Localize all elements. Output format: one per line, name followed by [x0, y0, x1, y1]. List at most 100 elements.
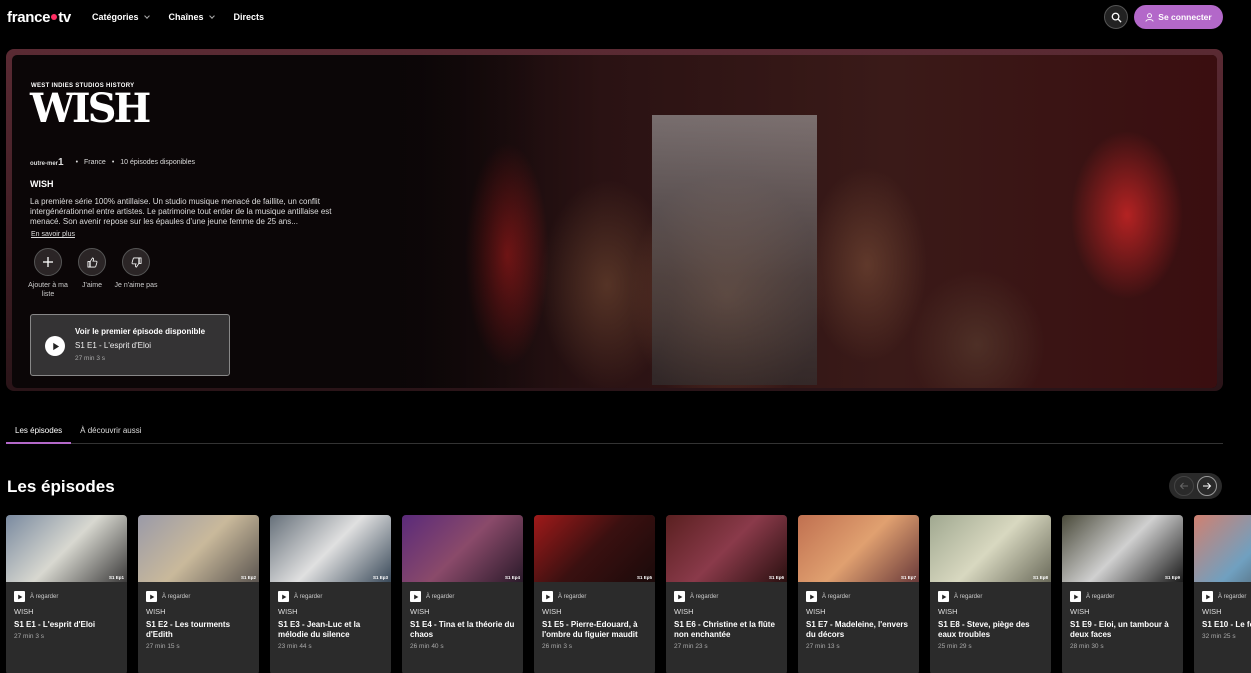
episode-thumbnail[interactable]: S1 Ep1	[6, 515, 127, 582]
like-circle[interactable]	[78, 248, 106, 276]
meta-separator: •	[111, 159, 115, 166]
content-tabs: Les épisodes À découvrir aussi	[6, 420, 1223, 444]
episode-thumbnail[interactable]: S1 Ep9	[1062, 515, 1183, 582]
episode-title: S1 E7 - Madeleine, l'envers du décors	[806, 620, 908, 639]
nav-label: Directs	[233, 12, 265, 22]
add-to-list-circle[interactable]	[34, 248, 62, 276]
episode-card[interactable]: S1 Ep4 À regarder WISH S1 E4 - Tina et la t…	[402, 515, 523, 673]
episode-show-name: WISH	[806, 607, 826, 616]
episode-card[interactable]: S1 Ep8 À regarder WISH S1 E8 - Steve, piège…	[930, 515, 1051, 673]
episode-badge: S1 Ep4	[504, 575, 520, 580]
episode-title: S1 E8 - Steve, piège des eaux troubles	[938, 620, 1030, 639]
watch-status: À regarder	[146, 591, 190, 602]
watch-label: À regarder	[30, 593, 59, 600]
episode-duration: 23 min 44 s	[278, 643, 312, 650]
watch-label: À regarder	[690, 593, 719, 600]
add-to-list-button[interactable]: Ajouter à ma liste	[28, 248, 68, 299]
show-country: France	[84, 159, 106, 166]
episode-card[interactable]: S1 Ep5 À regarder WISH S1 E5 - Pierre-Edoua…	[534, 515, 655, 673]
nav-item-categories[interactable]: Catégories	[92, 12, 150, 22]
episode-thumbnail[interactable]: S1 Ep3	[270, 515, 391, 582]
play-icon	[1202, 591, 1213, 602]
episode-show-name: WISH	[542, 607, 562, 616]
play-card-duration: 27 min 3 s	[75, 355, 105, 362]
dislike-circle[interactable]	[122, 248, 150, 276]
dislike-button[interactable]: Je n'aime pas	[115, 248, 157, 299]
play-icon	[410, 591, 421, 602]
play-card-episode: S1 E1 - L'esprit d'Eloi	[75, 341, 151, 350]
nav-item-directs[interactable]: Directs	[234, 12, 265, 22]
episode-title: S1 E6 - Christine et la flûte non enchan…	[674, 620, 775, 639]
watch-status: À regarder	[278, 591, 322, 602]
episode-card[interactable]: S1 Ep10 À regarder WISH S1 E10 - Le fo X...…	[1194, 515, 1251, 673]
watch-label: À regarder	[1086, 593, 1115, 600]
episode-card[interactable]: S1 Ep9 À regarder WISH S1 E9 - Eloi, un tam…	[1062, 515, 1183, 673]
episode-badge: S1 Ep3	[372, 575, 388, 580]
dislike-label: Je n'aime pas	[114, 282, 158, 289]
episode-duration: 27 min 15 s	[146, 643, 180, 650]
tab-episodes[interactable]: Les épisodes	[6, 420, 72, 444]
episodes-count: 10 épisodes disponibles	[120, 159, 196, 166]
watch-label: À regarder	[294, 593, 323, 600]
play-icon	[278, 591, 289, 602]
episode-thumbnail[interactable]: S1 Ep10	[1194, 515, 1251, 582]
play-icon	[52, 342, 59, 350]
main-nav: Catégories Chaînes Directs	[92, 12, 284, 22]
hero-gradient	[342, 55, 542, 388]
watch-label: À regarder	[426, 593, 455, 600]
channel-number: 1	[58, 157, 64, 168]
francetv-logo[interactable]: france tv	[7, 9, 71, 26]
carousel-next-button[interactable]	[1197, 476, 1218, 496]
episode-duration: 32 min 25 s	[1202, 633, 1236, 640]
play-first-episode-card[interactable]: Voir le premier épisode disponible S1 E1…	[30, 314, 230, 376]
login-button[interactable]: Se connecter	[1134, 5, 1223, 29]
episodes-carousel: S1 Ep1 À regarder WISH S1 E1 - L'esprit d'E…	[6, 515, 1251, 673]
hero-actions: Ajouter à ma liste J'aime Je n'aime pas	[28, 248, 165, 299]
episode-thumbnail[interactable]: S1 Ep2	[138, 515, 259, 582]
like-label: J'aime	[81, 282, 102, 289]
watch-label: À regarder	[162, 593, 191, 600]
episode-title: S1 E3 - Jean-Luc et la mélodie du silenc…	[278, 620, 361, 639]
play-button[interactable]	[45, 336, 65, 356]
channel-logo: outre-mer1	[30, 157, 64, 168]
watch-status: À regarder	[674, 591, 718, 602]
episode-badge: S1 Ep7	[900, 575, 916, 580]
play-icon	[1070, 591, 1081, 602]
show-title: WISH	[30, 179, 54, 189]
episode-title: S1 E9 - Eloi, un tambour à deux faces	[1070, 620, 1169, 639]
episode-badge: S1 Ep5	[636, 575, 652, 580]
episode-card[interactable]: S1 Ep3 À regarder WISH S1 E3 - Jean-Luc et …	[270, 515, 391, 673]
watch-status: À regarder	[1070, 591, 1114, 602]
episode-thumbnail[interactable]: S1 Ep6	[666, 515, 787, 582]
show-meta: outre-mer1 • France • 10 épisodes dispon…	[30, 157, 195, 168]
episode-badge: S1 Ep2	[240, 575, 256, 580]
carousel-prev-button[interactable]	[1173, 476, 1194, 496]
episode-card[interactable]: S1 Ep6 À regarder WISH S1 E6 - Christine et…	[666, 515, 787, 673]
watch-status: À regarder	[410, 591, 454, 602]
search-button[interactable]	[1104, 5, 1128, 29]
tab-discover[interactable]: À découvrir aussi	[71, 420, 150, 444]
episode-thumbnail[interactable]: S1 Ep8	[930, 515, 1051, 582]
logo-text-right: tv	[58, 9, 71, 26]
episode-thumbnail[interactable]: S1 Ep5	[534, 515, 655, 582]
watch-label: À regarder	[822, 593, 851, 600]
like-button[interactable]: J'aime	[77, 248, 107, 299]
episode-duration: 27 min 3 s	[14, 633, 44, 640]
episode-badge: S1 Ep8	[1032, 575, 1048, 580]
episode-thumbnail[interactable]: S1 Ep4	[402, 515, 523, 582]
nav-item-chaines[interactable]: Chaînes	[169, 12, 215, 22]
play-icon	[146, 591, 157, 602]
episode-card[interactable]: S1 Ep7 À regarder WISH S1 E7 - Madeleine, l…	[798, 515, 919, 673]
episode-show-name: WISH	[938, 607, 958, 616]
episode-card[interactable]: S1 Ep1 À regarder WISH S1 E1 - L'esprit d'E…	[6, 515, 127, 673]
episode-card[interactable]: S1 Ep2 À regarder WISH S1 E2 - Les tourment…	[138, 515, 259, 673]
episode-thumbnail[interactable]: S1 Ep7	[798, 515, 919, 582]
hero-photo-frame	[652, 115, 817, 385]
episode-duration: 26 min 3 s	[542, 643, 572, 650]
episode-show-name: WISH	[14, 607, 34, 616]
watch-status: À regarder	[14, 591, 58, 602]
login-label: Se connecter	[1158, 12, 1212, 22]
watch-status: À regarder	[806, 591, 850, 602]
more-info-link[interactable]: En savoir plus	[31, 231, 75, 238]
play-icon	[14, 591, 25, 602]
